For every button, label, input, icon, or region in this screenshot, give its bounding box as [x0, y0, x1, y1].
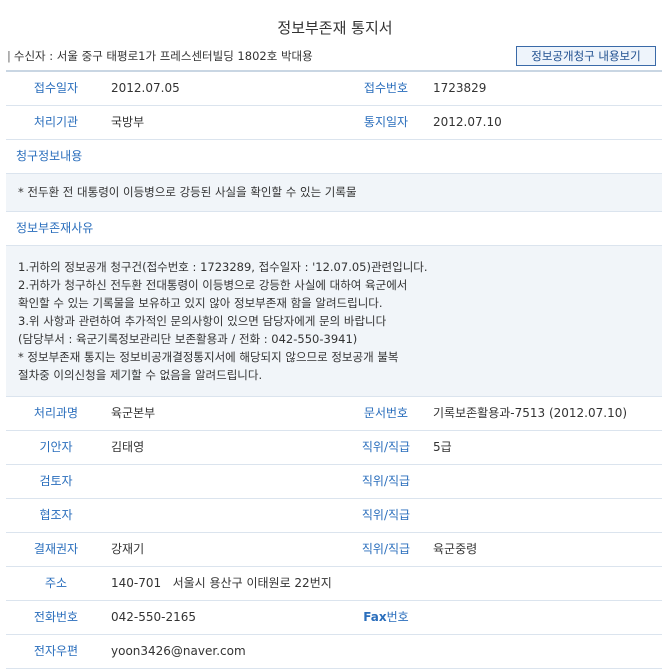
- reason-body: 1.귀하의 정보공개 청구건(접수번호 : 1723289, 접수일자 : '1…: [6, 246, 662, 397]
- drafter-rank-value: 5급: [433, 440, 452, 454]
- reason-line: 1.귀하의 정보공개 청구건(접수번호 : 1723289, 접수일자 : '1…: [18, 260, 428, 274]
- drafter-rank-label: 직위/직급: [361, 440, 411, 454]
- receipt-number-label: 접수번호: [363, 81, 409, 95]
- cooperator-label: 협조자: [39, 508, 73, 522]
- approver-label: 결재권자: [33, 542, 79, 556]
- recipient-text: 수신자 : 서울 중구 태평로1가 프레스센터빌딩 1802호 박대용: [13, 49, 313, 63]
- receipt-number-value: 1723829: [433, 81, 487, 95]
- drafter-value: 김태영: [111, 440, 145, 454]
- notice-date-value: 2012.07.10: [433, 115, 502, 129]
- approver-row: 결재권자 강재기 직위/직급 육군중령: [6, 533, 662, 567]
- dept-row: 처리과명 육군본부 문서번호 기록보존활용과-7513 (2012.07.10): [6, 397, 662, 431]
- processing-org-label: 처리기관: [33, 115, 79, 129]
- receipt-date-label: 접수일자: [33, 81, 79, 95]
- address-row: 주소 140-701 서울시 용산구 이태원로 22번지: [6, 567, 662, 601]
- address-value: 140-701 서울시 용산구 이태원로 22번지: [111, 576, 332, 590]
- processing-row: 처리기관 국방부 통지일자 2012.07.10: [6, 106, 662, 140]
- reviewer-label: 검토자: [39, 474, 73, 488]
- recipient-bar: | 수신자 : 서울 중구 태평로1가 프레스센터빌딩 1802호 박대용 정보공…: [0, 44, 670, 68]
- reason-line: 확인할 수 있는 기록물을 보유하고 있지 않아 정보부존재 함을 알려드립니다…: [18, 296, 383, 310]
- dept-value: 육군본부: [111, 406, 156, 420]
- reason-line: (담당부서 : 육군기록정보관리단 보존활용과 / 전화 : 042-550-3…: [18, 332, 358, 346]
- email-label: 전자우편: [33, 644, 79, 658]
- approver-rank-value: 육군중령: [433, 542, 478, 556]
- reason-line: 3.위 사항과 관련하여 추가적인 문의사항이 있으면 담당자에게 문의 바랍니…: [18, 314, 387, 328]
- view-request-button[interactable]: 정보공개청구 내용보기: [516, 46, 656, 66]
- email-value: yoon3426@naver.com: [111, 644, 246, 658]
- cooperator-row: 협조자 직위/직급: [6, 499, 662, 533]
- fax-label: Fax번호: [336, 601, 436, 634]
- phone-row: 전화번호 042-550-2165 Fax번호: [6, 601, 662, 635]
- fax-label-prefix: Fax: [363, 610, 387, 624]
- cooperator-rank-label: 직위/직급: [361, 508, 411, 522]
- request-heading: 청구정보내용: [6, 140, 662, 174]
- address-label: 주소: [44, 576, 68, 590]
- dept-label: 처리과명: [33, 406, 79, 420]
- notice-table: 접수일자 2012.07.05 접수번호 1723829 처리기관 국방부 통지…: [6, 70, 662, 669]
- doc-number-value: 기록보존활용과-7513 (2012.07.10): [433, 406, 628, 420]
- reviewer-row: 검토자 직위/직급: [6, 465, 662, 499]
- approver-rank-label: 직위/직급: [361, 542, 411, 556]
- email-row: 전자우편 yoon3426@naver.com: [6, 635, 662, 669]
- page-title: 정보부존재 통지서: [277, 19, 393, 37]
- notice-date-label: 통지일자: [363, 115, 409, 129]
- drafter-label: 기안자: [39, 440, 73, 454]
- phone-label: 전화번호: [33, 610, 79, 624]
- reason-line: * 정보부존재 통지는 정보비공개결정통지서에 해당되지 않으므로 정보공개 불…: [18, 350, 399, 364]
- reviewer-rank-label: 직위/직급: [361, 474, 411, 488]
- phone-value: 042-550-2165: [111, 610, 197, 624]
- reason-heading: 정보부존재사유: [6, 212, 662, 246]
- approver-value: 강재기: [111, 542, 145, 556]
- drafter-row: 기안자 김태영 직위/직급 5급: [6, 431, 662, 465]
- receipt-row: 접수일자 2012.07.05 접수번호 1723829: [6, 70, 662, 106]
- reason-line: 절차중 이의신청을 제기할 수 없음을 알려드립니다.: [18, 368, 263, 382]
- fax-label-suffix: 번호: [386, 610, 409, 624]
- processing-org-value: 국방부: [111, 115, 145, 129]
- reason-line: 2.귀하가 청구하신 전두환 전대통령이 이등병으로 강등한 사실에 대하여 육…: [18, 278, 408, 292]
- recipient-marker: |: [7, 49, 11, 63]
- recipient-line: | 수신자 : 서울 중구 태평로1가 프레스센터빌딩 1802호 박대용: [7, 48, 313, 64]
- receipt-date-value: 2012.07.05: [111, 81, 180, 95]
- request-body: * 전두환 전 대통령이 이등병으로 강등된 사실을 확인할 수 있는 기록물: [6, 174, 662, 212]
- doc-number-label: 문서번호: [363, 406, 409, 420]
